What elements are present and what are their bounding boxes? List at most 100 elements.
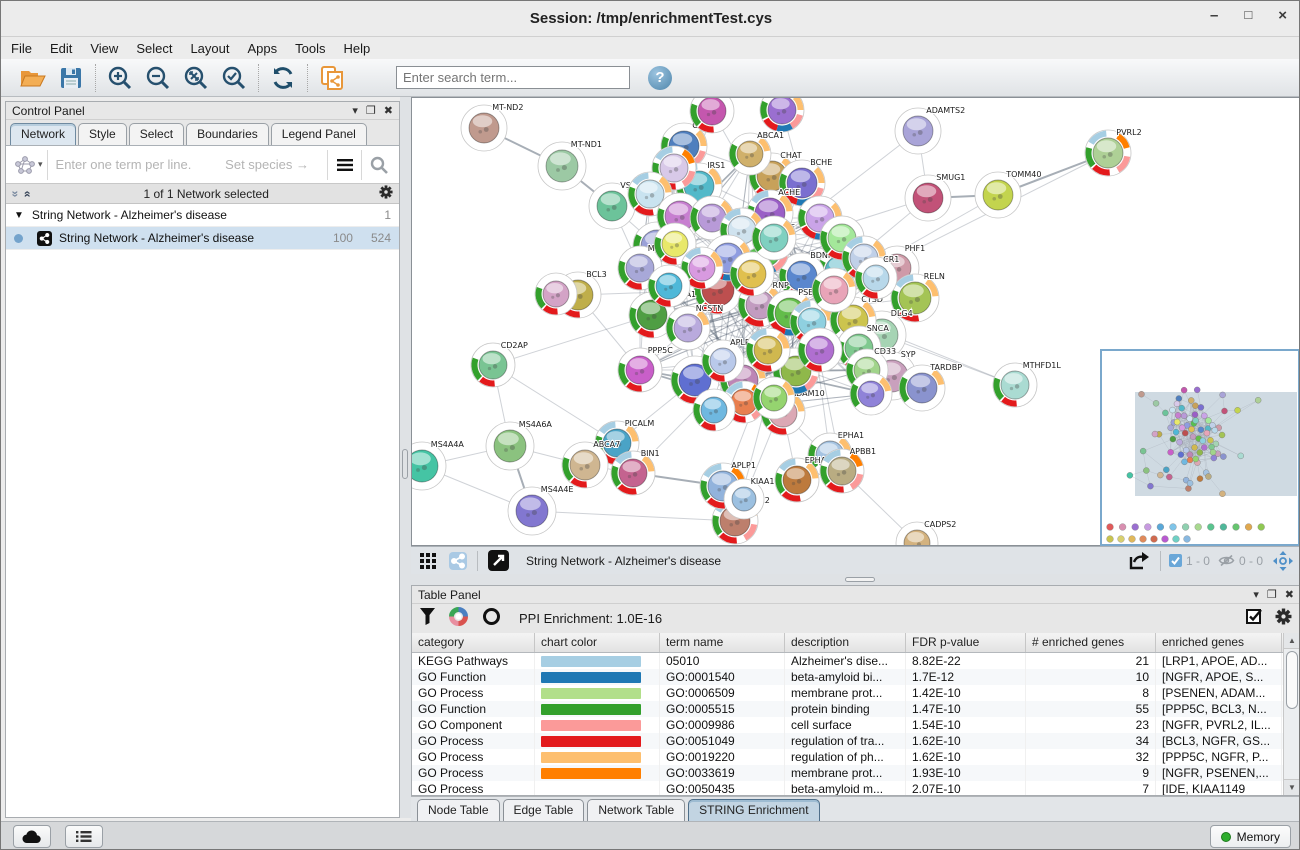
table-row[interactable]: GO ProcessGO:0033619membrane prot...1.93… — [412, 765, 1300, 781]
network-node[interactable]: MS4A4A — [412, 440, 464, 490]
table-row[interactable]: GO FunctionGO:0001540beta-amyloid bi...1… — [412, 669, 1300, 685]
network-node[interactable]: MS4A4E — [508, 485, 573, 535]
network-node[interactable]: PVRL2 — [1085, 128, 1142, 176]
network-node[interactable]: APBB1 — [820, 447, 876, 493]
maximize-button[interactable]: □ — [1244, 7, 1252, 24]
column-header-chart-color[interactable]: chart color — [535, 633, 660, 652]
network-row-selected[interactable]: String Network - Alzheimer's disease 100… — [6, 227, 399, 250]
network-node[interactable] — [812, 268, 856, 312]
column-header--enriched-genes[interactable]: # enriched genes — [1026, 633, 1156, 652]
scroll-down-icon[interactable]: ▼ — [1284, 779, 1300, 795]
tab-network[interactable]: Network — [10, 123, 76, 145]
menu-select[interactable]: Select — [136, 41, 172, 56]
birds-eye-view[interactable] — [1100, 349, 1300, 546]
grid-mode-icon[interactable] — [417, 550, 439, 572]
table-row[interactable]: GO ComponentGO:0009986cell surface1.54E-… — [412, 717, 1300, 733]
help-icon[interactable]: ? — [648, 66, 672, 90]
network-canvas[interactable]: MT-ND2MT-ND1VSNL1GAB2IRS1ADAMTS2PVRL2SMU… — [411, 97, 1300, 546]
select-all-icon[interactable] — [1246, 608, 1263, 630]
network-node[interactable]: CD2AP — [471, 341, 528, 387]
filter-icon[interactable] — [420, 608, 435, 630]
table-row[interactable]: GO ProcessGO:0019220regulation of ph...1… — [412, 749, 1300, 765]
tree-expand-icon[interactable]: ▼ — [14, 210, 24, 221]
zoom-selected-icon[interactable] — [220, 64, 248, 92]
panel-menu-icon[interactable]: ▾ — [1253, 588, 1259, 601]
menu-file[interactable]: File — [11, 41, 32, 56]
network-node[interactable]: TOMM40 — [975, 170, 1041, 218]
tab-boundaries[interactable]: Boundaries — [186, 123, 269, 145]
scroll-up-icon[interactable]: ▲ — [1284, 633, 1300, 649]
table-row[interactable]: GO ProcessGO:0006509membrane prot...1.42… — [412, 685, 1300, 701]
menu-edit[interactable]: Edit — [50, 41, 72, 56]
tab-edge-table[interactable]: Edge Table — [503, 799, 585, 821]
close-button[interactable]: × — [1278, 7, 1287, 24]
network-node[interactable]: PPP5C — [618, 346, 673, 392]
tab-node-table[interactable]: Node Table — [417, 799, 500, 821]
network-node[interactable]: TARDBP — [899, 363, 962, 411]
table-row[interactable]: GO ProcessGO:0050435beta-amyloid m...2.0… — [412, 781, 1300, 795]
network-node[interactable] — [753, 377, 795, 419]
draw-charts-icon[interactable] — [449, 607, 468, 631]
column-header-enriched-genes[interactable]: enriched genes — [1156, 633, 1282, 652]
string-search-icon[interactable] — [361, 150, 395, 180]
table-row[interactable]: GO ProcessGO:0051049regulation of tra...… — [412, 733, 1300, 749]
network-node[interactable] — [760, 98, 804, 132]
zoom-out-icon[interactable] — [144, 64, 172, 92]
network-node[interactable]: CADPS2 — [896, 520, 956, 545]
panel-float-icon[interactable]: ❐ — [1267, 588, 1277, 601]
task-history-button[interactable] — [65, 825, 103, 848]
string-protein-query-selector[interactable]: ▾ — [10, 150, 48, 180]
network-node[interactable] — [798, 328, 842, 372]
zoom-fit-icon[interactable] — [182, 64, 210, 92]
tab-legend-panel[interactable]: Legend Panel — [271, 123, 367, 145]
panel-close-icon[interactable]: ✖ — [1285, 588, 1294, 601]
network-node[interactable] — [850, 373, 892, 415]
network-node[interactable]: MT-ND1 — [538, 140, 602, 190]
search-input[interactable] — [396, 66, 630, 89]
memory-button[interactable]: Memory — [1210, 825, 1291, 848]
network-node[interactable] — [535, 273, 577, 315]
panel-close-icon[interactable]: ✖ — [384, 104, 393, 117]
menu-help[interactable]: Help — [344, 41, 371, 56]
export-network-icon[interactable] — [1126, 549, 1152, 573]
network-node[interactable] — [746, 328, 790, 372]
set-species-hint[interactable]: Set species → — [225, 157, 319, 172]
clone-network-icon[interactable] — [318, 64, 346, 92]
network-node[interactable] — [693, 389, 735, 431]
scrollbar-thumb[interactable] — [1286, 651, 1298, 709]
panel-menu-icon[interactable]: ▾ — [352, 104, 358, 117]
tab-network-table[interactable]: Network Table — [587, 799, 685, 821]
tab-style[interactable]: Style — [78, 123, 127, 145]
menu-apps[interactable]: Apps — [248, 41, 278, 56]
reset-charts-icon[interactable] — [482, 607, 501, 631]
column-header-description[interactable]: description — [785, 633, 906, 652]
network-node[interactable]: MTHFD1L — [993, 361, 1061, 407]
table-row[interactable]: GO FunctionGO:0005515protein binding1.47… — [412, 701, 1300, 717]
string-options-icon[interactable] — [327, 150, 361, 180]
cloud-tasks-button[interactable] — [13, 825, 51, 848]
column-header-category[interactable]: category — [412, 633, 535, 652]
network-options-gear-icon[interactable] — [379, 185, 393, 202]
network-node[interactable]: MS4A6A — [486, 420, 552, 470]
network-node[interactable] — [648, 265, 690, 307]
panel-float-icon[interactable]: ❐ — [366, 104, 376, 117]
menu-tools[interactable]: Tools — [295, 41, 325, 56]
save-session-icon[interactable] — [57, 64, 85, 92]
menu-layout[interactable]: Layout — [190, 41, 229, 56]
column-header-FDR-p-value[interactable]: FDR p-value — [906, 633, 1026, 652]
pan-navigator-icon[interactable] — [1271, 549, 1295, 573]
minimize-button[interactable]: – — [1210, 7, 1218, 24]
table-row[interactable]: KEGG Pathways05010Alzheimer's dise...8.8… — [412, 653, 1300, 669]
column-header-term-name[interactable]: term name — [660, 633, 785, 652]
table-settings-gear-icon[interactable] — [1275, 608, 1292, 630]
tab-select[interactable]: Select — [129, 123, 184, 145]
network-node[interactable] — [752, 216, 796, 260]
refresh-icon[interactable] — [269, 64, 297, 92]
share-view-icon[interactable] — [447, 550, 469, 572]
horizontal-splitter[interactable] — [411, 574, 1300, 585]
table-scrollbar[interactable]: ▲ ▼ — [1283, 633, 1300, 795]
open-session-icon[interactable] — [19, 64, 47, 92]
detach-view-icon[interactable] — [486, 549, 510, 573]
network-node[interactable]: ADAMTS2 — [895, 106, 965, 154]
tab-string-enrichment[interactable]: STRING Enrichment — [688, 799, 819, 821]
